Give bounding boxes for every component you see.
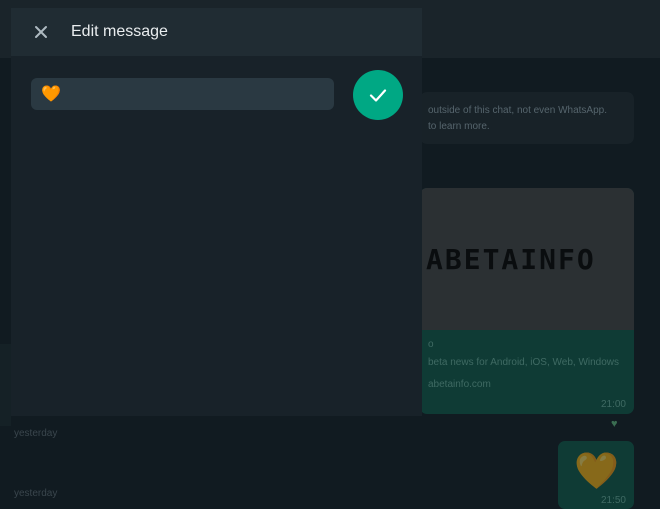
link-preview-time: 21:00: [600, 399, 626, 410]
edit-message-panel: Edit message 🧡: [11, 8, 422, 416]
link-preview-description: beta news for Android, iOS, Web, Windows: [428, 357, 620, 368]
close-button[interactable]: [31, 22, 51, 42]
link-preview-url: abetainfo.com: [428, 379, 491, 390]
link-preview-image: ABETAINFO: [420, 188, 634, 330]
edit-message-header: Edit message: [11, 8, 422, 56]
background-side-strip: [0, 344, 11, 426]
link-preview-title: o: [428, 339, 434, 350]
edit-message-input[interactable]: 🧡: [31, 78, 334, 110]
day-label-2: yesterday: [14, 488, 58, 499]
link-preview-message: ABETAINFO o beta news for Android, iOS, …: [420, 188, 634, 414]
reaction-heart-icon: ♥: [611, 418, 618, 430]
link-preview-text: o beta news for Android, iOS, Web, Windo…: [420, 336, 634, 394]
heart-message-time: 21:50: [600, 495, 626, 506]
close-icon: [35, 26, 47, 38]
encryption-notice: outside of this chat, not even WhatsApp.…: [420, 92, 634, 144]
confirm-edit-button[interactable]: [353, 70, 403, 120]
panel-title: Edit message: [71, 23, 168, 40]
checkmark-icon: [369, 89, 387, 102]
edit-message-input-value: 🧡: [41, 86, 61, 103]
heart-message-emoji: 🧡: [574, 450, 619, 491]
day-label-1: yesterday: [14, 428, 58, 439]
